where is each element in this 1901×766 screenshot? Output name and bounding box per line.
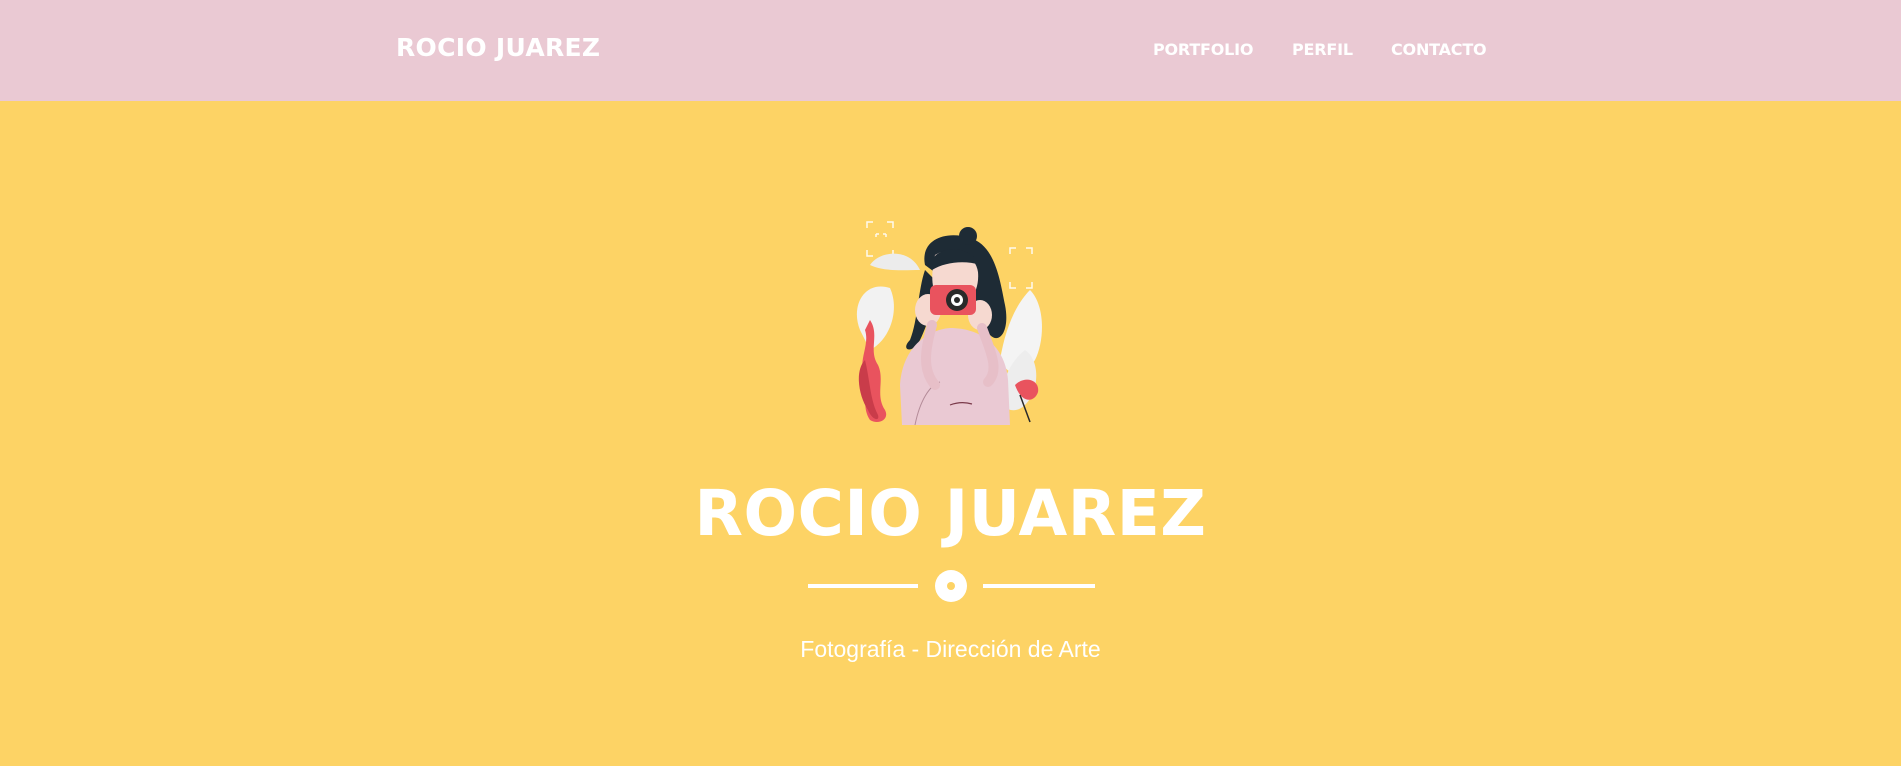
divider-line-left (808, 584, 918, 588)
hero-title: ROCIO JUAREZ (694, 477, 1207, 550)
nav-link-portfolio[interactable]: PORTFOLIO (1153, 40, 1254, 59)
divider-line-right (983, 584, 1095, 588)
navbar: ROCIO JUAREZ PORTFOLIO PERFIL CONTACTO (0, 0, 1901, 101)
brand-link[interactable]: ROCIO JUAREZ (396, 33, 600, 62)
hero-subtitle: Fotografía - Dirección de Arte (800, 636, 1101, 662)
photographer-illustration (856, 221, 1042, 425)
nav-link-contacto[interactable]: CONTACTO (1391, 40, 1487, 59)
circle-star-icon (935, 570, 967, 602)
nav-link-perfil[interactable]: PERFIL (1292, 40, 1353, 59)
